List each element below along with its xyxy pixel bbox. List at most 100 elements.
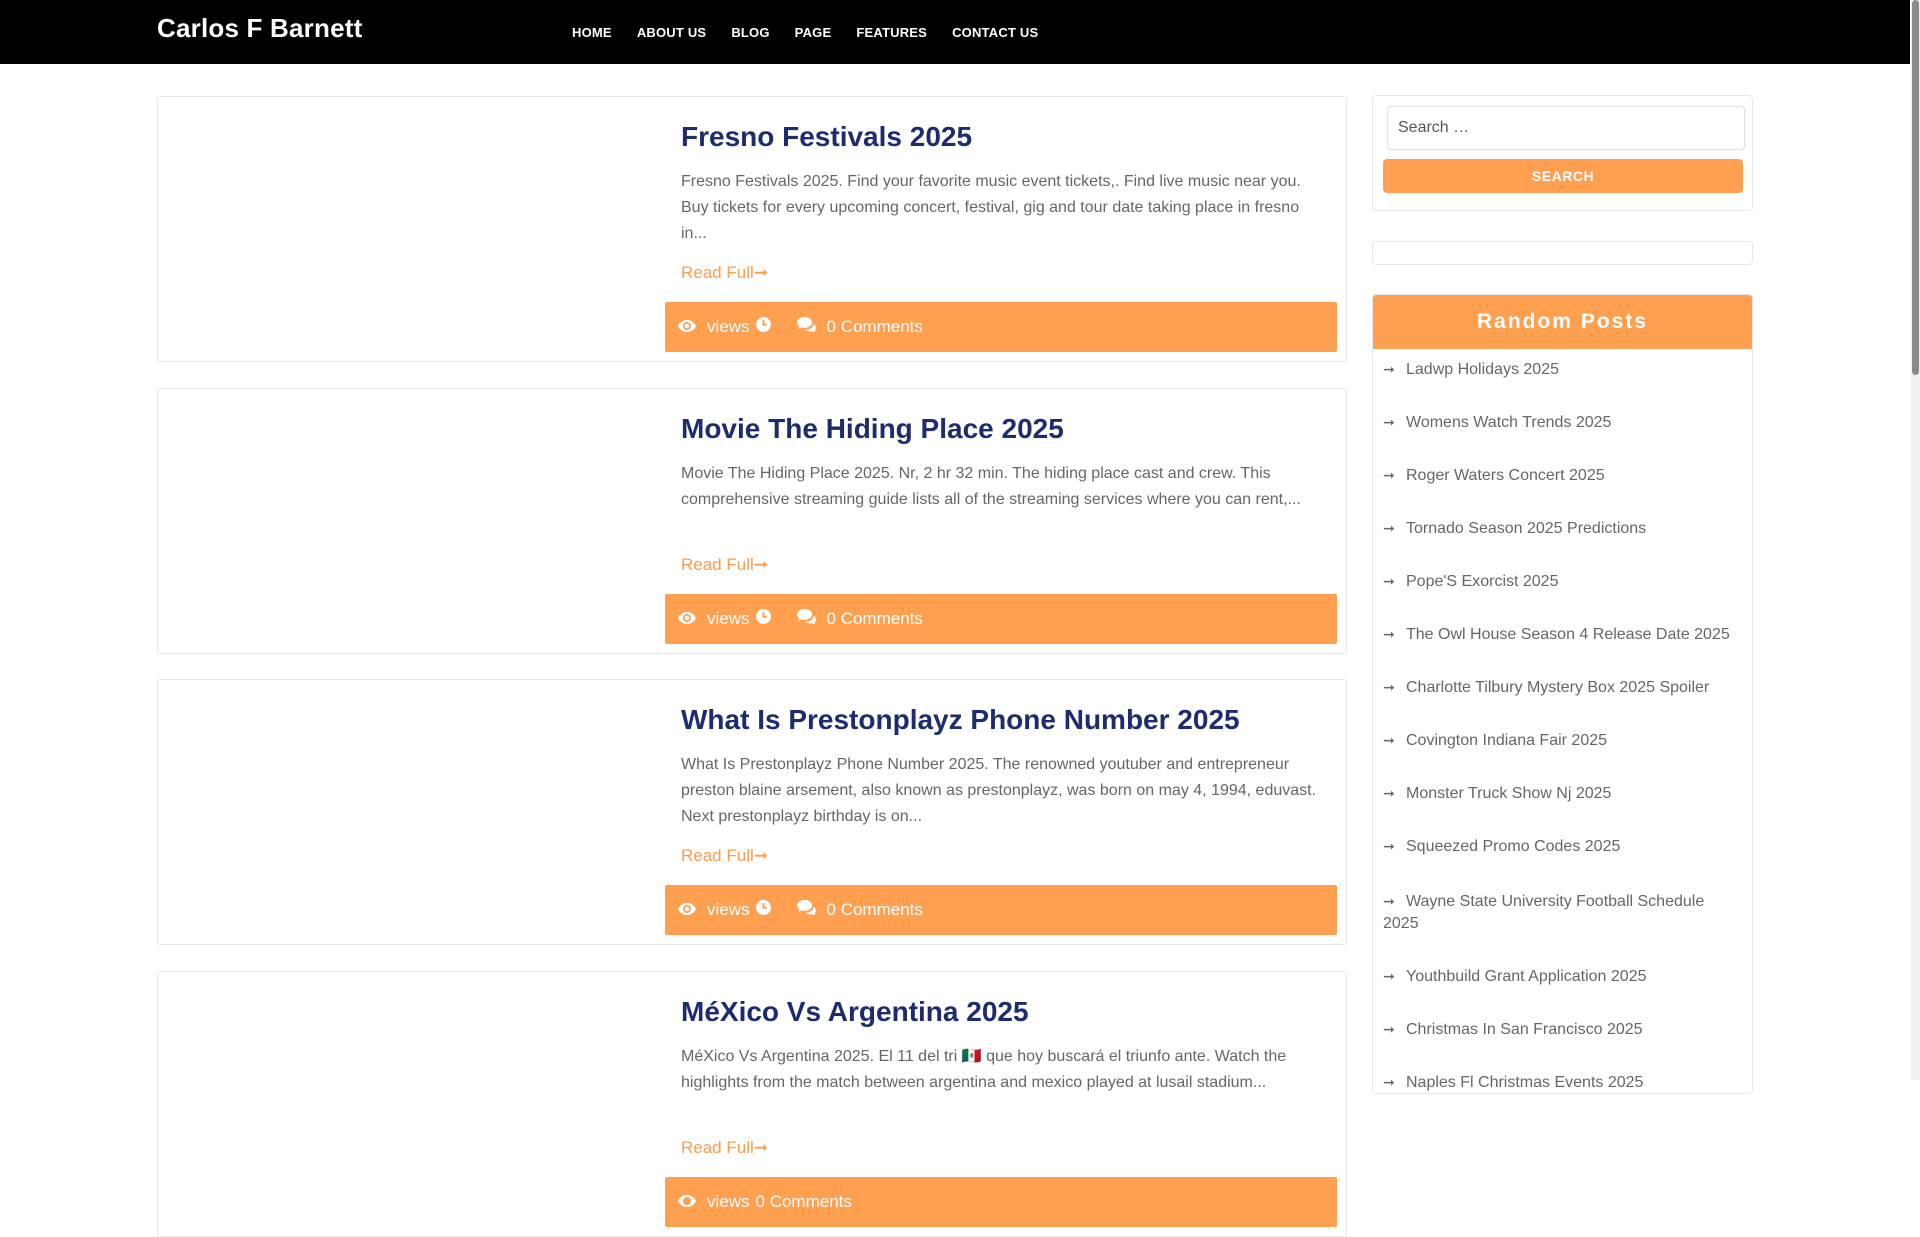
page-scrollbar[interactable]	[1911, 0, 1920, 1080]
post-thumbnail[interactable]	[158, 389, 663, 653]
post-excerpt: What Is Prestonplayz Phone Number 2025. …	[681, 756, 1317, 825]
clock-icon	[755, 609, 771, 629]
search-widget: SEARCH	[1372, 95, 1753, 211]
comments-count[interactable]: 0 Comments	[756, 1192, 852, 1212]
comments-count[interactable]: 0 Comments	[827, 317, 923, 337]
arrow-right-icon: ➞	[1383, 573, 1395, 589]
comments-icon	[796, 317, 816, 337]
random-post-link[interactable]: Pope'S Exorcist 2025	[1406, 573, 1558, 590]
arrow-right-icon: ➞	[1383, 968, 1395, 984]
site-brand[interactable]: Carlos F Barnett	[157, 13, 362, 44]
read-more-link[interactable]: Read Full➞	[681, 1138, 768, 1158]
comments-count[interactable]: 0 Comments	[827, 900, 923, 920]
views-label: views	[707, 609, 750, 628]
clock-icon	[755, 317, 771, 337]
random-posts-title: Random Posts	[1373, 295, 1752, 349]
random-post-link[interactable]: Tornado Season 2025 Predictions	[1406, 520, 1646, 537]
arrow-right-icon: ➞	[1383, 520, 1395, 536]
random-post-link[interactable]: Wayne State University Football Schedule…	[1383, 893, 1704, 932]
comments-icon	[796, 609, 816, 629]
read-more-link[interactable]: Read Full➞	[681, 846, 768, 866]
scrollbar-thumb[interactable]	[1912, 0, 1919, 375]
random-post-item[interactable]: ➞ Squeezed Promo Codes 2025	[1383, 826, 1742, 879]
random-post-link[interactable]: Naples Fl Christmas Events 2025	[1406, 1074, 1643, 1091]
comments-icon	[796, 900, 816, 920]
random-post-link[interactable]: Youthbuild Grant Application 2025	[1406, 968, 1646, 985]
random-posts-list: ➞ Ladwp Holidays 2025 ➞ Womens Watch Trend…	[1373, 349, 1752, 1115]
random-post-link[interactable]: Womens Watch Trends 2025	[1406, 414, 1611, 431]
clock-icon	[755, 900, 771, 920]
post-card: Fresno Festivals 2025 Fresno Festivals 2…	[157, 96, 1347, 362]
random-post-link[interactable]: Squeezed Promo Codes 2025	[1406, 838, 1620, 855]
arrow-right-icon: ➞	[1383, 467, 1395, 483]
read-more-link[interactable]: Read Full➞	[681, 555, 768, 575]
random-post-link[interactable]: The Owl House Season 4 Release Date 2025	[1406, 626, 1730, 643]
random-posts-widget: Random Posts ➞ Ladwp Holidays 2025 ➞ Women…	[1372, 294, 1753, 1094]
random-post-item[interactable]: ➞ Womens Watch Trends 2025	[1383, 402, 1742, 455]
post-title[interactable]: MéXico Vs Argentina 2025	[681, 996, 1029, 1028]
random-post-link[interactable]: Covington Indiana Fair 2025	[1406, 732, 1607, 749]
random-post-item[interactable]: ➞ Charlotte Tilbury Mystery Box 2025 Spoi…	[1383, 667, 1742, 720]
random-post-item[interactable]: ➞ Naples Fl Christmas Events 2025	[1383, 1062, 1742, 1115]
random-post-item[interactable]: ➞ Wayne State University Football Schedul…	[1383, 879, 1742, 956]
post-thumbnail[interactable]	[158, 97, 663, 361]
arrow-right-icon: ➞	[1383, 838, 1395, 854]
post-meta-bar: views 0 Comments	[665, 594, 1337, 644]
random-post-link[interactable]: Ladwp Holidays 2025	[1406, 361, 1559, 378]
arrow-right-icon: ➞	[1383, 1021, 1395, 1037]
eye-icon	[678, 1192, 696, 1212]
nav-about-us[interactable]: ABOUT US	[637, 25, 707, 40]
arrow-right-icon: ➞	[1383, 626, 1395, 642]
post-thumbnail[interactable]	[158, 680, 663, 944]
nav-home[interactable]: HOME	[572, 25, 612, 40]
post-meta-bar: views 0 Comments	[665, 1177, 1337, 1227]
post-title[interactable]: Fresno Festivals 2025	[681, 121, 972, 153]
nav-blog[interactable]: BLOG	[731, 25, 769, 40]
views-label: views	[707, 900, 750, 919]
post-meta-bar: views 0 Comments	[665, 302, 1337, 352]
search-input[interactable]	[1387, 106, 1745, 150]
post-excerpt: Fresno Festivals 2025. Find your favorit…	[681, 173, 1301, 242]
random-post-link[interactable]: Roger Waters Concert 2025	[1406, 467, 1605, 484]
post-title[interactable]: What Is Prestonplayz Phone Number 2025	[681, 704, 1240, 736]
random-post-item[interactable]: ➞ Youthbuild Grant Application 2025	[1383, 956, 1742, 1009]
arrow-right-icon: ➞	[1383, 361, 1395, 377]
post-card: What Is Prestonplayz Phone Number 2025 W…	[157, 679, 1347, 945]
post-thumbnail[interactable]	[158, 972, 663, 1236]
eye-icon	[678, 900, 696, 920]
arrow-right-icon: ➞	[1383, 414, 1395, 430]
views-label: views	[707, 317, 750, 336]
search-button[interactable]: SEARCH	[1383, 159, 1743, 193]
random-post-item[interactable]: ➞ Roger Waters Concert 2025	[1383, 455, 1742, 508]
read-more-link[interactable]: Read Full➞	[681, 263, 768, 283]
arrow-right-icon: ➞	[1383, 679, 1395, 695]
random-post-item[interactable]: ➞ The Owl House Season 4 Release Date 202…	[1383, 614, 1742, 667]
nav-contact-us[interactable]: CONTACT US	[952, 25, 1038, 40]
comments-count[interactable]: 0 Comments	[827, 609, 923, 629]
random-post-item[interactable]: ➞ Christmas In San Francisco 2025	[1383, 1009, 1742, 1062]
random-post-item[interactable]: ➞ Tornado Season 2025 Predictions	[1383, 508, 1742, 561]
post-card: Movie The Hiding Place 2025 Movie The Hi…	[157, 388, 1347, 654]
random-post-item[interactable]: ➞ Pope'S Exorcist 2025	[1383, 561, 1742, 614]
random-post-item[interactable]: ➞ Monster Truck Show Nj 2025	[1383, 773, 1742, 826]
random-post-item[interactable]: ➞ Covington Indiana Fair 2025	[1383, 720, 1742, 773]
eye-icon	[678, 609, 696, 629]
nav-features[interactable]: FEATURES	[856, 25, 927, 40]
arrow-right-icon: ➞	[1383, 893, 1395, 909]
eye-icon	[678, 317, 696, 337]
random-post-link[interactable]: Christmas In San Francisco 2025	[1406, 1021, 1643, 1038]
empty-widget	[1372, 241, 1753, 265]
post-excerpt: MéXico Vs Argentina 2025. El 11 del tri …	[681, 1048, 1287, 1091]
post-excerpt: Movie The Hiding Place 2025. Nr, 2 hr 32…	[681, 465, 1301, 508]
random-post-link[interactable]: Monster Truck Show Nj 2025	[1406, 785, 1611, 802]
nav-page[interactable]: PAGE	[795, 25, 832, 40]
post-meta-bar: views 0 Comments	[665, 885, 1337, 935]
random-post-link[interactable]: Charlotte Tilbury Mystery Box 2025 Spoil…	[1406, 679, 1709, 696]
arrow-right-icon: ➞	[1383, 1074, 1395, 1090]
post-title[interactable]: Movie The Hiding Place 2025	[681, 413, 1064, 445]
random-post-item[interactable]: ➞ Ladwp Holidays 2025	[1383, 349, 1742, 402]
site-header: Carlos F Barnett HOME ABOUT US BLOG PAGE…	[0, 0, 1910, 64]
arrow-right-icon: ➞	[1383, 732, 1395, 748]
arrow-right-icon: ➞	[1383, 785, 1395, 801]
main-nav: HOME ABOUT US BLOG PAGE FEATURES CONTACT…	[572, 0, 1063, 64]
